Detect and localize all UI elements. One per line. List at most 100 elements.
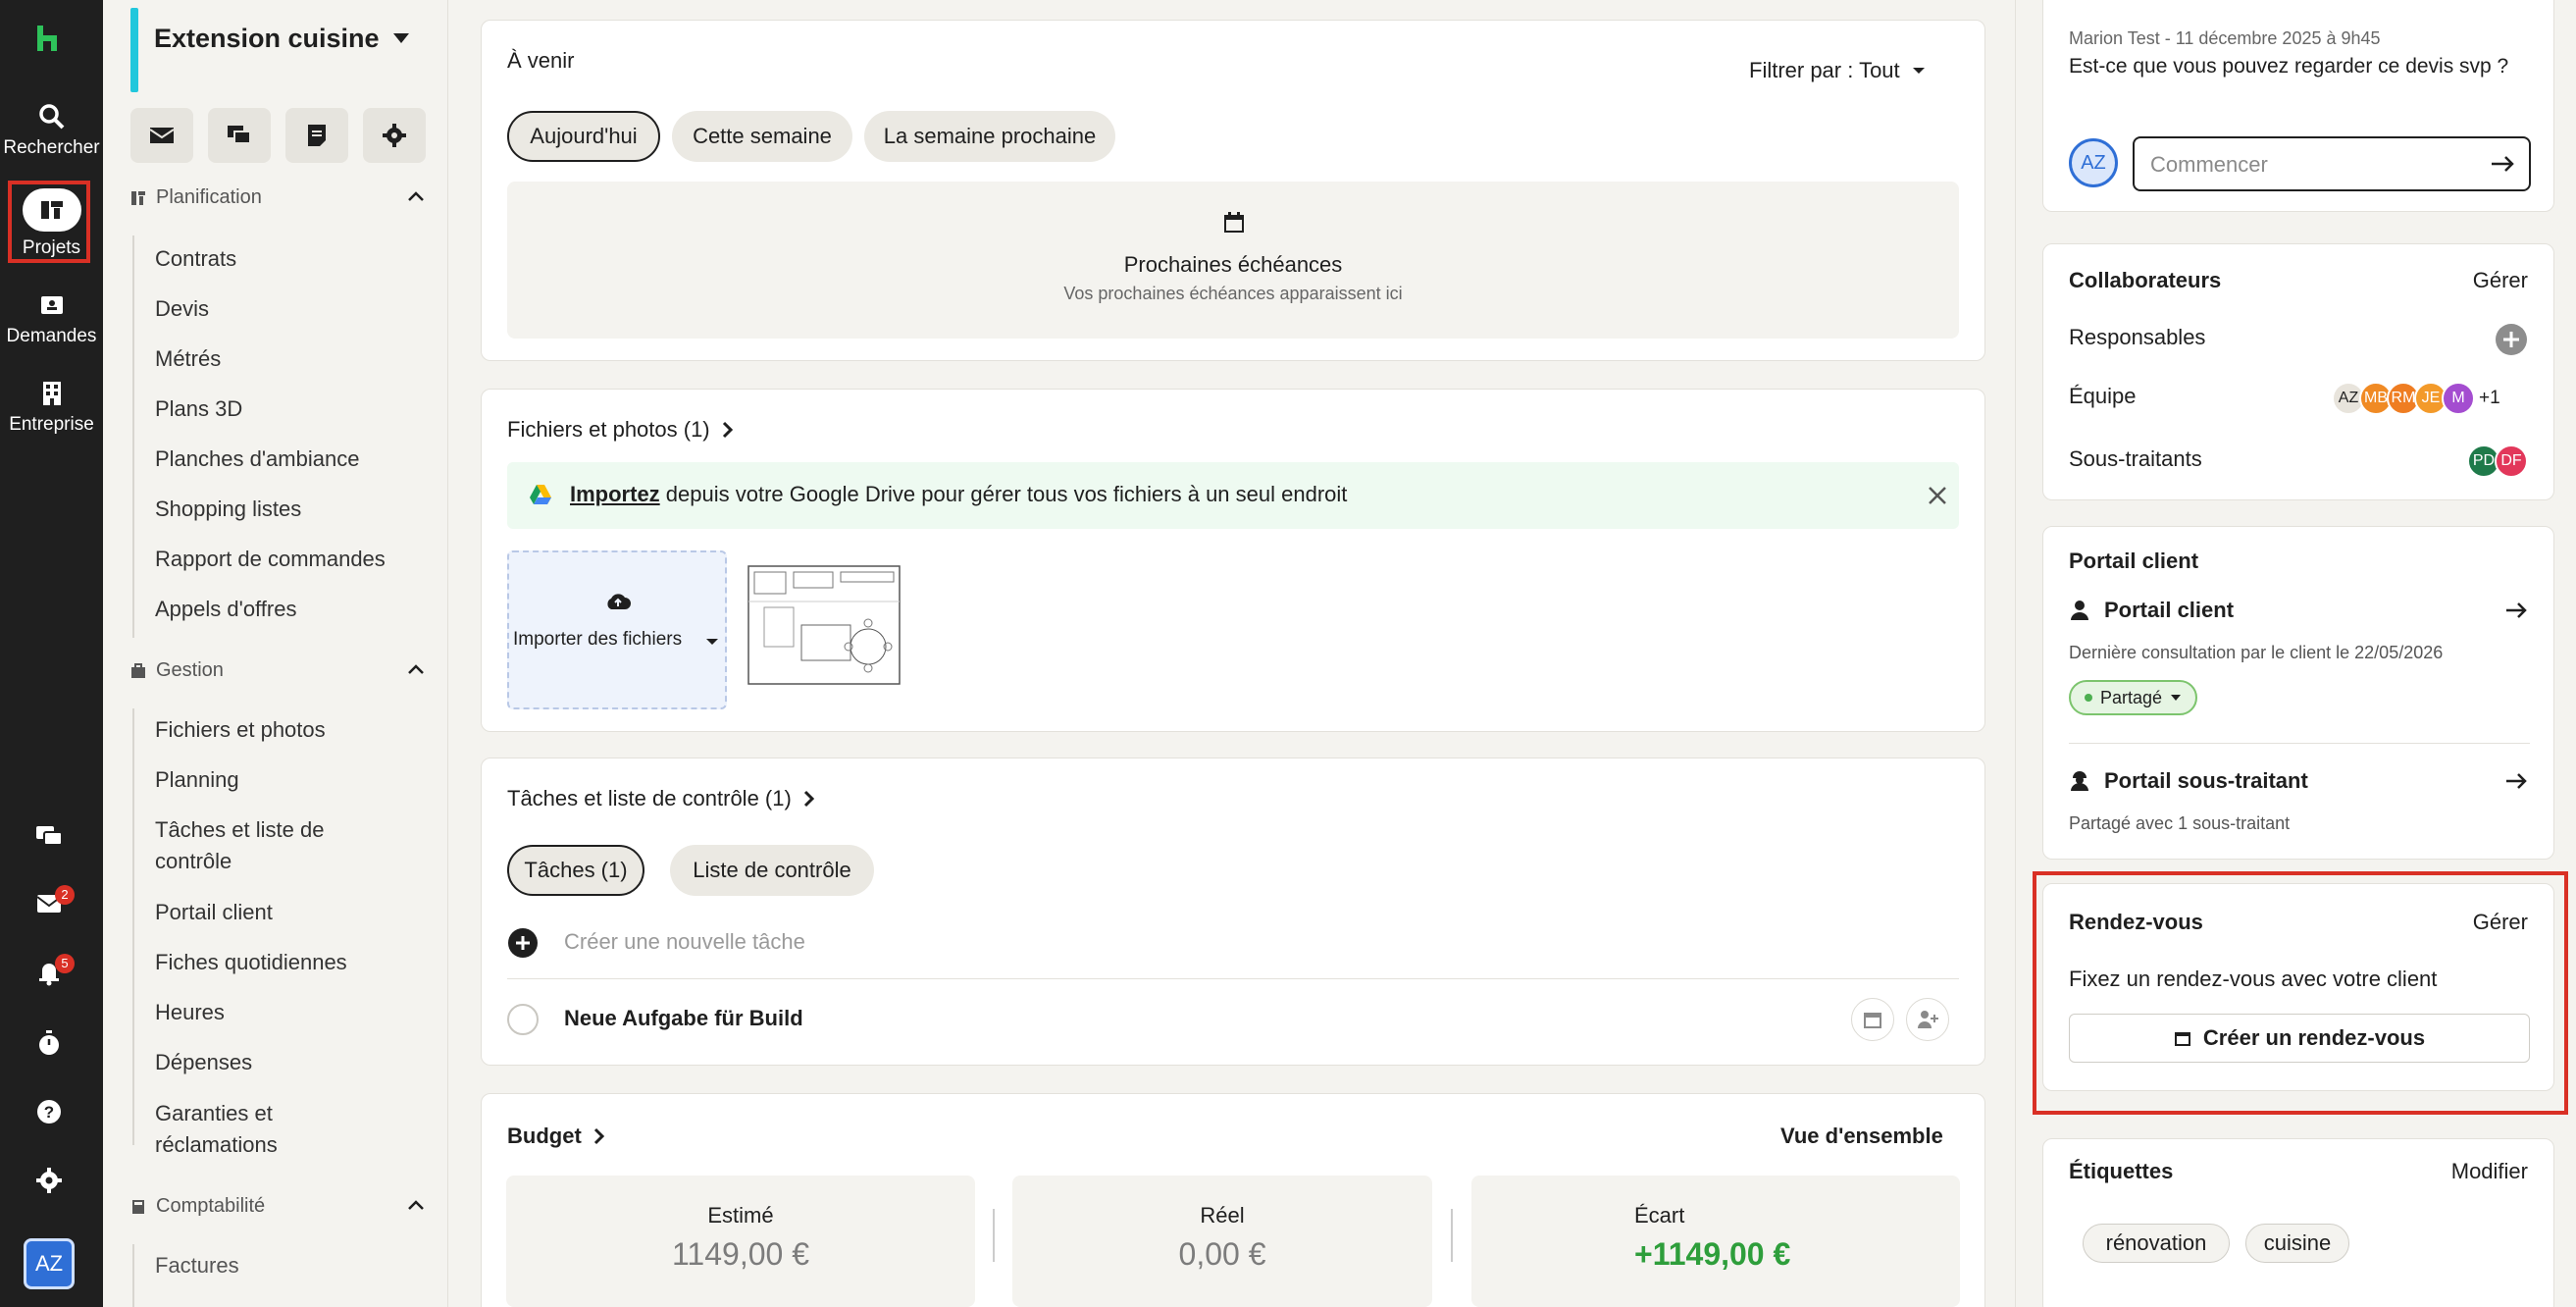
chevron-up-icon [408, 191, 424, 201]
manage-appointments-link[interactable]: Gérer [2473, 910, 2528, 935]
upload-dropzone[interactable]: Importer des fichiers [507, 550, 727, 709]
add-icon[interactable] [2495, 323, 2528, 356]
empty-deadlines-panel: Prochaines échéances Vos prochaines éché… [507, 182, 1959, 339]
chevron-down-icon[interactable] [393, 33, 409, 43]
nav-tree-line [132, 235, 134, 638]
client-portal-link[interactable]: Portail client [2069, 598, 2234, 623]
drive-banner: Importez depuis votre Google Drive pour … [507, 462, 1959, 529]
label-tag[interactable]: rénovation [2083, 1224, 2230, 1263]
pill-today[interactable]: Aujourd'hui [507, 111, 660, 162]
comment-input[interactable]: Commencer [2133, 136, 2531, 191]
chat-quick-button[interactable] [208, 108, 271, 163]
settings-icon[interactable] [34, 1166, 64, 1195]
budget-header-link[interactable]: Budget [507, 1124, 605, 1149]
tasks-card: Tâches et liste de contrôle (1) Tâches (… [481, 758, 1985, 1066]
nav-item[interactable]: Métrés [155, 343, 420, 375]
rail-search[interactable]: Rechercher [0, 102, 103, 159]
nav-item[interactable]: Devis [155, 293, 420, 325]
project-settings-button[interactable] [363, 108, 426, 163]
task-date-button[interactable] [1851, 998, 1894, 1041]
help-icon[interactable]: ? [34, 1097, 64, 1126]
upcoming-card: À venir Filtrer par : Tout Aujourd'hui C… [481, 20, 1985, 361]
empty-subtitle: Vos prochaines échéances apparaissent ic… [1063, 284, 1403, 303]
nav-item[interactable]: Plans 3D [155, 393, 420, 425]
task-title[interactable]: Neue Aufgabe für Build [564, 1006, 803, 1031]
mail-quick-button[interactable] [130, 108, 193, 163]
upload-label: Importer des fichiers [513, 629, 683, 650]
nav-item[interactable]: Planning [155, 764, 420, 796]
chat-icon[interactable] [34, 822, 64, 852]
manage-collaborators-link[interactable]: Gérer [2473, 268, 2528, 293]
nav-item[interactable]: Dépenses [155, 1047, 420, 1078]
filter-dropdown[interactable]: Filtrer par : Tout [1749, 58, 1926, 83]
nav-item[interactable]: Garanties et réclamations [155, 1098, 351, 1161]
section-gestion[interactable]: Gestion [130, 659, 425, 682]
pill-next-week[interactable]: La semaine prochaine [864, 111, 1115, 162]
subcontractor-portal-link[interactable]: Portail sous-traitant [2069, 768, 2308, 794]
client-portal-card: Portail client Portail client Dernière c… [2042, 526, 2554, 860]
nav-item[interactable]: Fiches quotidiennes [155, 947, 420, 978]
chat-icon [228, 126, 251, 144]
add-task-icon[interactable] [507, 927, 539, 959]
task-checkbox[interactable] [507, 1004, 539, 1035]
client-portal-link-label: Portail client [2104, 598, 2235, 622]
calculator-icon [132, 1199, 144, 1214]
budget-overview-link[interactable]: Vue d'ensemble [1780, 1124, 1943, 1149]
pill-this-week[interactable]: Cette semaine [672, 111, 852, 162]
new-task-input[interactable]: Créer une nouvelle tâche [564, 929, 805, 955]
app-logo[interactable] [31, 22, 65, 55]
nav-item[interactable]: Shopping listes [155, 494, 420, 525]
nav-item[interactable]: Heures [155, 997, 420, 1028]
timer-icon[interactable] [34, 1028, 64, 1058]
caret-down-icon[interactable] [705, 637, 719, 647]
share-status-dropdown[interactable]: Partagé [2069, 680, 2198, 715]
section-planification[interactable]: Planification [130, 186, 425, 209]
label-tag[interactable]: cuisine [2245, 1224, 2349, 1263]
avatar: DF [2495, 444, 2528, 478]
nav-item[interactable]: Appels d'offres [155, 594, 420, 625]
floor-plan-thumbnail[interactable] [745, 552, 903, 698]
nav-item[interactable]: Tâches et liste de contrôle [155, 814, 351, 877]
chevron-right-icon [593, 1127, 604, 1145]
cloud-upload-icon [607, 594, 631, 609]
nav-item[interactable]: Planches d'ambiance [155, 444, 420, 475]
google-drive-icon [530, 485, 551, 504]
requests-icon [40, 296, 63, 314]
tasks-header-link[interactable]: Tâches et liste de contrôle (1) [507, 786, 815, 811]
subcontractor-shared-text: Partagé avec 1 sous-traitant [2069, 813, 2291, 833]
nav-item[interactable]: Fichiers et photos [155, 714, 420, 746]
nav-item[interactable]: Portail client [155, 897, 420, 928]
nav-item[interactable]: Factures [155, 1250, 420, 1281]
task-assign-button[interactable] [1906, 998, 1949, 1041]
arrow-right-icon[interactable] [2490, 154, 2515, 174]
close-icon[interactable] [1928, 486, 1947, 505]
user-avatar[interactable]: AZ [24, 1238, 75, 1289]
budget-value: +1149,00 € [1634, 1236, 1791, 1272]
arrow-right-icon[interactable] [2504, 772, 2528, 790]
tab-tasks[interactable]: Tâches (1) [507, 845, 644, 896]
rail-requests[interactable]: Demandes [0, 290, 103, 347]
subcontractor-avatars[interactable]: PD DF [2467, 444, 2528, 478]
section-comptabilite[interactable]: Comptabilité [130, 1195, 425, 1218]
import-link[interactable]: Importez [570, 482, 660, 506]
drive-banner-message: depuis votre Google Drive pour gérer tou… [659, 482, 1348, 506]
chevron-up-icon [408, 1200, 424, 1210]
chevron-right-icon [722, 421, 733, 439]
appointments-card: Rendez-vous Gérer Fixez un rendez-vous a… [2042, 883, 2554, 1091]
arrow-right-icon[interactable] [2504, 601, 2528, 619]
team-avatars[interactable]: AZ MB RM JE M +1 [2332, 382, 2500, 415]
modify-labels-link[interactable]: Modifier [2451, 1159, 2528, 1184]
nav-item[interactable]: Rapport de commandes [155, 544, 420, 575]
notes-quick-button[interactable] [285, 108, 348, 163]
project-sidebar: Extension cuisine Planification Contrats… [103, 0, 448, 1307]
share-status-label: Partagé [2100, 687, 2163, 707]
create-appointment-button[interactable]: Créer un rendez-vous [2069, 1014, 2530, 1063]
files-header-link[interactable]: Fichiers et photos (1) [507, 417, 734, 443]
nav-item[interactable]: Contrats [155, 243, 420, 275]
upcoming-title: À venir [507, 48, 575, 73]
project-title[interactable]: Extension cuisine [154, 24, 380, 54]
rail-company-label: Entreprise [9, 414, 94, 435]
budget-title: Budget [507, 1124, 582, 1148]
tab-checklist[interactable]: Liste de contrôle [670, 845, 874, 896]
rail-company[interactable]: Entreprise [0, 379, 103, 436]
